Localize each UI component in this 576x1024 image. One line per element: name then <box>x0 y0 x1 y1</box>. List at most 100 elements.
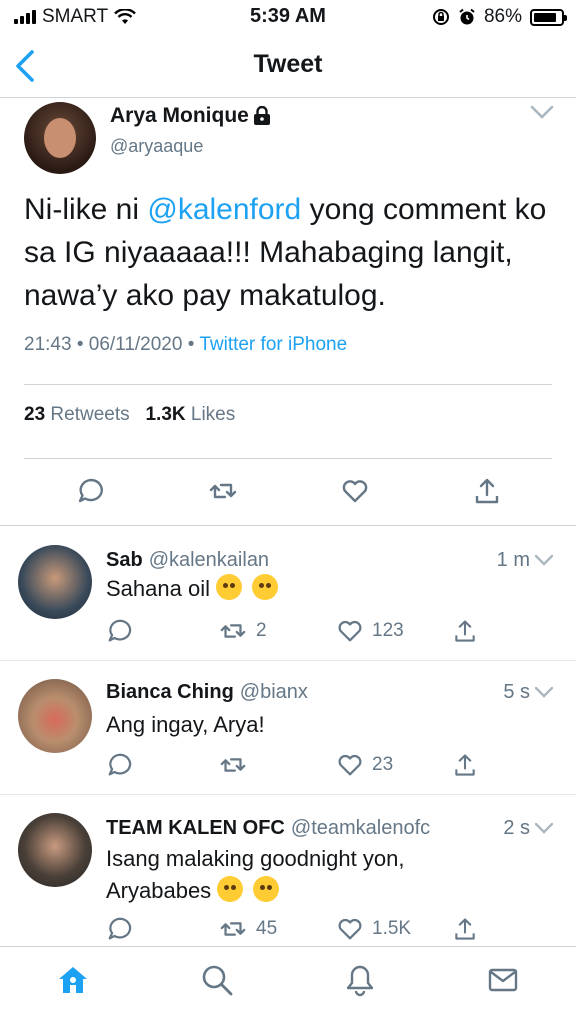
notifications-icon[interactable] <box>343 963 377 997</box>
reply-time: 1 m <box>496 549 530 571</box>
reply-item[interactable]: TEAM KALEN OFC @teamkalenofc 2 s Isang ma… <box>0 795 576 946</box>
reply-text: Isang malaking goodnight yon, Aryababes <box>106 843 404 907</box>
reply-retweet-action[interactable]: 45 <box>218 915 277 943</box>
mention-link[interactable]: @kalenford <box>147 193 301 226</box>
reply-actions: 2 123 <box>106 617 486 645</box>
reply-author-handle[interactable]: @teamkalenofc <box>291 817 430 839</box>
retweet-icon[interactable] <box>218 617 248 645</box>
avatar[interactable] <box>18 545 92 619</box>
reply-text: Ang ingay, Arya! <box>106 712 265 737</box>
tweet-text: Ni-like ni @kalenford yong comment ko sa… <box>24 188 554 317</box>
reply-icon[interactable] <box>106 915 134 943</box>
like-heart-icon[interactable] <box>340 476 370 506</box>
retweet-icon[interactable] <box>218 915 248 943</box>
reply-reply-action[interactable] <box>106 915 134 943</box>
divider <box>24 458 552 459</box>
reply-icon[interactable] <box>76 476 106 506</box>
reply-author-name[interactable]: Bianca Ching <box>106 681 234 703</box>
pensive-face-emoji <box>252 574 279 600</box>
chevron-down-icon[interactable] <box>534 821 554 835</box>
winking-face-emoji <box>217 876 244 902</box>
share-icon[interactable] <box>452 751 478 779</box>
likes-count: 1.3K <box>145 404 186 425</box>
reply-header: Sab @kalenkailan <box>106 549 269 572</box>
reply-text: Sahana oil <box>106 573 279 605</box>
lock-icon <box>253 106 270 125</box>
reply-actions: 45 1.5K <box>106 915 486 943</box>
reply-icon[interactable] <box>106 751 134 779</box>
reply-time: 5 s <box>503 681 530 703</box>
reply-text-line2: Aryababes <box>106 878 212 903</box>
likes-stat[interactable]: 1.3K Likes <box>145 404 235 425</box>
author-name[interactable]: Arya Monique <box>110 104 249 128</box>
reply-share-action[interactable] <box>452 751 478 779</box>
like-heart-icon[interactable] <box>336 751 364 779</box>
reply-header: TEAM KALEN OFC @teamkalenofc <box>106 817 430 840</box>
reply-author-handle[interactable]: @bianx <box>240 681 308 703</box>
reply-icon[interactable] <box>106 617 134 645</box>
share-icon[interactable] <box>452 617 478 645</box>
reply-retweet-action[interactable] <box>218 751 256 779</box>
reply-item[interactable]: Sab @kalenkailan 1 m Sahana oil 2 123 <box>0 527 576 661</box>
author-name-row[interactable]: Arya Monique <box>110 104 271 128</box>
battery-icon <box>530 8 567 26</box>
reply-like-count: 23 <box>372 754 394 775</box>
nav-bar: Tweet <box>0 34 576 98</box>
reply-retweet-count: 45 <box>256 918 278 939</box>
share-icon[interactable] <box>472 476 502 506</box>
reply-text-line1: Isang malaking goodnight yon, <box>106 846 405 871</box>
chevron-down-icon[interactable] <box>534 553 554 567</box>
alarm-icon <box>459 8 475 25</box>
home-icon[interactable] <box>56 963 90 997</box>
retweets-count: 23 <box>24 404 46 425</box>
avatar[interactable] <box>24 102 96 174</box>
reply-text-content: Sahana oil <box>106 576 210 601</box>
messages-icon[interactable] <box>486 963 520 997</box>
author-handle[interactable]: @aryaaque <box>110 136 203 157</box>
rotation-lock-icon <box>432 9 449 25</box>
retweets-label: Retweets <box>50 404 130 425</box>
tweet-timestamp: 21:43 • 06/11/2020 • <box>24 334 200 355</box>
reply-reply-action[interactable] <box>106 617 134 645</box>
retweets-stat[interactable]: 23 Retweets <box>24 404 130 425</box>
main-tweet: Arya Monique @aryaaque Ni-like ni @kalen… <box>0 98 576 526</box>
reply-reply-action[interactable] <box>106 751 134 779</box>
tweet-actions <box>0 476 576 506</box>
reply-like-count: 1.5K <box>372 918 412 939</box>
like-heart-icon[interactable] <box>336 915 364 943</box>
tweet-source-link[interactable]: Twitter for iPhone <box>199 334 347 355</box>
reply-time: 2 s <box>503 817 530 839</box>
avatar[interactable] <box>18 813 92 887</box>
reply-author-name[interactable]: TEAM KALEN OFC <box>106 817 285 839</box>
search-icon[interactable] <box>200 963 234 997</box>
retweet-icon[interactable] <box>218 751 248 779</box>
page-title: Tweet <box>253 50 323 78</box>
status-right: 86% <box>432 6 567 28</box>
tears-of-joy-emoji <box>253 876 280 902</box>
status-bar: SMART 5:39 AM 86% <box>0 0 576 34</box>
retweet-icon[interactable] <box>208 476 238 506</box>
reply-retweet-count: 2 <box>256 620 267 641</box>
avatar[interactable] <box>18 679 92 753</box>
reply-actions: 23 <box>106 751 486 779</box>
reply-share-action[interactable] <box>452 915 478 943</box>
reply-like-action[interactable]: 123 <box>336 617 404 645</box>
reply-author-handle[interactable]: @kalenkailan <box>149 549 269 571</box>
likes-label: Likes <box>190 404 236 425</box>
reply-header: Bianca Ching @bianx <box>106 681 308 704</box>
like-heart-icon[interactable] <box>336 617 364 645</box>
chevron-down-icon[interactable] <box>534 685 554 699</box>
reply-retweet-action[interactable]: 2 <box>218 617 267 645</box>
reply-share-action[interactable] <box>452 617 478 645</box>
divider <box>24 384 552 385</box>
reply-like-action[interactable]: 1.5K <box>336 915 411 943</box>
tweet-stats: 23 Retweets 1.3K Likes <box>24 404 235 426</box>
tweet-text-start: Ni-like ni <box>24 193 148 226</box>
reply-like-action[interactable]: 23 <box>336 751 393 779</box>
share-icon[interactable] <box>452 915 478 943</box>
battery-percent: 86% <box>483 6 522 27</box>
tab-bar <box>0 946 576 1024</box>
reply-author-name[interactable]: Sab <box>106 549 143 571</box>
reply-item[interactable]: Bianca Ching @bianx 5 s Ang ingay, Arya! … <box>0 661 576 795</box>
chevron-down-icon[interactable] <box>530 104 554 120</box>
